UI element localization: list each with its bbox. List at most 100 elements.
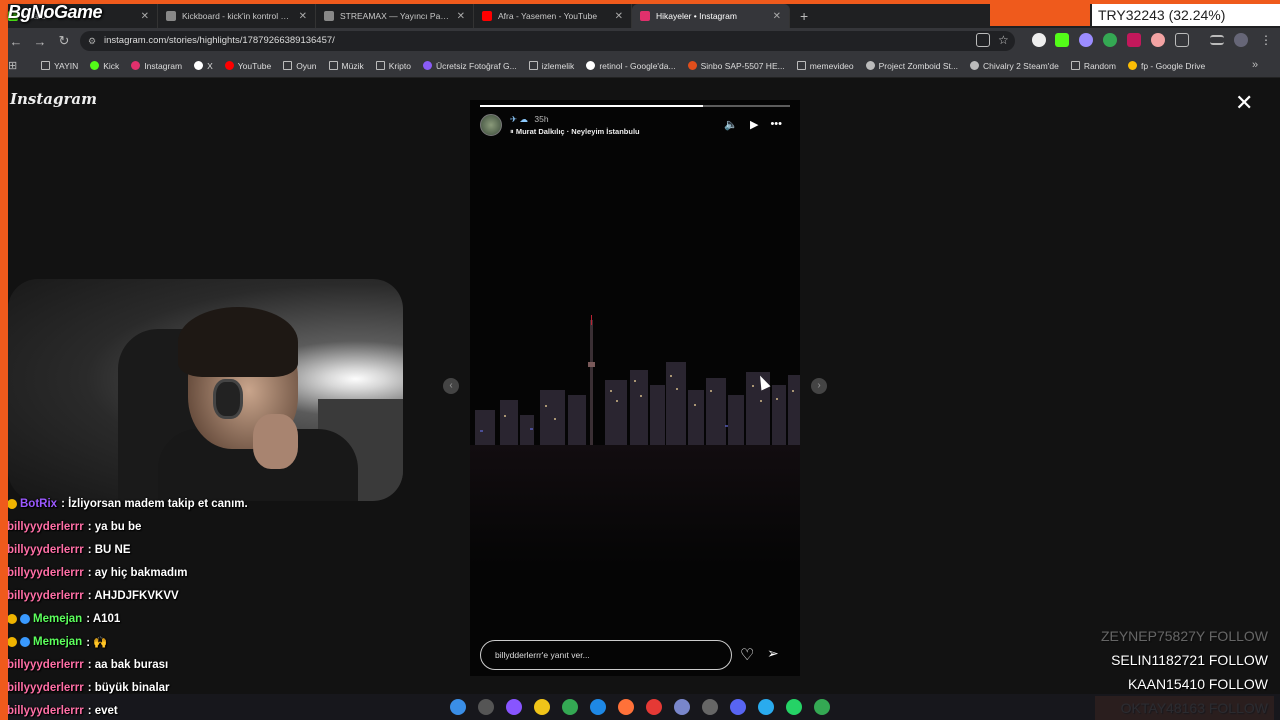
taskbar-app-icon[interactable] <box>478 699 494 715</box>
tab-favicon-icon <box>640 11 650 21</box>
tab-title: STREAMAX — Yayıncı Paneli <box>340 11 451 21</box>
bookmark-item[interactable]: Instagram <box>126 61 187 71</box>
chat-username: BotRix <box>20 497 58 510</box>
extension-icon[interactable] <box>1032 33 1046 47</box>
bookmark-item[interactable]: memevideo <box>792 61 859 71</box>
story-music[interactable]: ⏸ Murat Dalkılıç · Neyleyim İstanbulu <box>510 127 640 137</box>
extension-icon[interactable] <box>1127 33 1141 47</box>
taskbar-app-icon[interactable] <box>646 699 662 715</box>
taskbar-app-icon[interactable] <box>702 699 718 715</box>
chat-message: billyyyderlerrr: AHJDJFKVKVV <box>7 584 467 607</box>
close-tab-icon[interactable]: ✕ <box>141 11 149 22</box>
bookmark-item[interactable]: Ücretsiz Fotoğraf G... <box>418 61 522 71</box>
folder-icon <box>41 61 50 70</box>
story-progress-fill <box>480 105 704 107</box>
bookmark-label: YouTube <box>237 60 272 71</box>
site-favicon-icon <box>194 61 204 70</box>
site-favicon-icon <box>586 61 596 70</box>
send-share-icon[interactable]: ➢ <box>767 645 779 662</box>
chat-text: : İzliyorsan madem takip et canım. <box>61 497 248 510</box>
bookmark-label: Ücretsiz Fotoğraf G... <box>435 60 517 71</box>
forward-icon[interactable]: → <box>28 34 52 49</box>
bookmark-item[interactable]: Sinbo SAP-5507 HE... <box>683 61 790 71</box>
tab-search-icon[interactable] <box>1210 35 1224 45</box>
extension-icon[interactable] <box>1151 33 1165 47</box>
taskbar-app-icon[interactable] <box>534 699 550 715</box>
extension-icon[interactable] <box>1079 33 1093 47</box>
new-tab-icon[interactable]: + <box>790 4 818 28</box>
story-card[interactable]: ✈ ☁ 35h ⏸ Murat Dalkılıç · Neyleyim İsta… <box>470 100 800 676</box>
close-tab-icon[interactable]: ✕ <box>457 11 465 22</box>
bookmark-item[interactable]: Random <box>1066 61 1121 71</box>
folder-icon <box>283 61 293 70</box>
taskbar-app-icon[interactable] <box>562 699 578 715</box>
taskbar-app-icon[interactable] <box>590 699 606 715</box>
browser-tab[interactable]: Hikayeler • Instagram ✕ <box>632 4 790 28</box>
volume-icon[interactable]: 🔈 <box>724 118 738 131</box>
browser-tab[interactable]: Afra - Yasemen - YouTube ✕ <box>474 4 632 28</box>
site-favicon-icon <box>970 61 980 70</box>
chat-message: billyyyderlerrr: evet <box>7 700 467 720</box>
bookmark-item[interactable]: izlemelik <box>524 61 580 71</box>
avatar[interactable] <box>480 114 502 136</box>
apps-grid-icon[interactable]: ⊞ <box>8 59 17 72</box>
taskbar-app-icon[interactable] <box>758 699 774 715</box>
bookmark-label: fp - Google Drive <box>1140 60 1206 71</box>
site-info-icon[interactable]: ⚙ <box>88 31 96 51</box>
water-reflection <box>470 445 800 565</box>
bookmark-item[interactable]: Müzik <box>324 61 369 71</box>
bookmark-label: izlemelik <box>541 60 575 71</box>
site-favicon-icon <box>422 61 432 70</box>
bookmark-item[interactable]: X <box>189 61 218 71</box>
extension-icon[interactable] <box>1103 33 1117 47</box>
chat-username: billyyyderlerrr <box>7 659 84 672</box>
taskbar-app-icon[interactable] <box>814 699 830 715</box>
bookmark-label: Müzik <box>341 60 364 71</box>
like-heart-icon[interactable]: ♡ <box>740 645 754 665</box>
webcam-hand <box>253 414 298 469</box>
play-icon[interactable]: ▶ <box>750 118 758 131</box>
extension-icon[interactable] <box>1055 33 1069 47</box>
chat-text: : büyük binalar <box>87 682 170 695</box>
bookmark-item[interactable]: Chivalry 2 Steam'de <box>965 61 1064 71</box>
previous-story-button[interactable]: ‹ <box>443 378 459 394</box>
bookmark-item[interactable]: Project Zomboid St... <box>861 61 963 71</box>
bookmarks-overflow-icon[interactable]: » <box>1252 59 1258 71</box>
bookmark-item[interactable]: YouTube <box>220 61 276 71</box>
bookmark-item[interactable]: YAYIN <box>36 61 83 71</box>
close-tab-icon[interactable]: ✕ <box>299 11 307 22</box>
bookmark-item[interactable]: Kripto <box>371 61 416 71</box>
url-bar[interactable]: ⚙ instagram.com/stories/highlights/17879… <box>80 31 1015 51</box>
bookmark-star-icon[interactable]: ☆ <box>998 33 1012 47</box>
browser-tab[interactable]: Kickboard - kick'in kontrol pan ✕ <box>158 4 316 28</box>
reload-icon[interactable]: ↻ <box>52 33 76 49</box>
channel-logo: BgNoGame <box>8 2 103 22</box>
close-tab-icon[interactable]: ✕ <box>615 11 623 22</box>
profile-avatar[interactable] <box>1234 33 1248 47</box>
install-app-icon[interactable] <box>976 33 990 47</box>
taskbar-app-icon[interactable] <box>674 699 690 715</box>
bookmark-item[interactable]: Kick <box>85 61 124 71</box>
browser-tab[interactable]: STREAMAX — Yayıncı Paneli ✕ <box>316 4 474 28</box>
site-favicon-icon <box>1127 61 1137 70</box>
next-story-button[interactable]: › <box>811 378 827 394</box>
bookmark-item[interactable]: fp - Google Drive <box>1123 61 1210 71</box>
bookmark-item[interactable]: retinol - Google'da... <box>581 61 680 71</box>
story-reply-input[interactable]: billydderlerrr'e yanıt ver... <box>480 640 732 670</box>
taskbar-app-icon[interactable] <box>618 699 634 715</box>
close-icon[interactable]: ✕ <box>1235 92 1253 114</box>
folder-icon <box>796 61 806 70</box>
chat-text: : ay hiç bakmadım <box>87 566 188 579</box>
browser-menu-icon[interactable]: ⋮ <box>1260 33 1274 47</box>
bookmark-item[interactable]: Oyun <box>278 61 321 71</box>
taskbar-app-icon[interactable] <box>730 699 746 715</box>
more-options-icon[interactable]: ••• <box>770 118 782 131</box>
taskbar-app-icon[interactable] <box>506 699 522 715</box>
url-text: instagram.com/stories/highlights/1787926… <box>104 35 335 46</box>
extensions-puzzle-icon[interactable] <box>1175 33 1189 47</box>
follow-alert: SELIN1182721 FOLLOW <box>1111 652 1268 668</box>
streamer-webcam <box>8 279 403 501</box>
taskbar-app-icon[interactable] <box>786 699 802 715</box>
instagram-logo[interactable]: Instagram <box>10 90 97 108</box>
close-tab-icon[interactable]: ✕ <box>773 11 781 22</box>
